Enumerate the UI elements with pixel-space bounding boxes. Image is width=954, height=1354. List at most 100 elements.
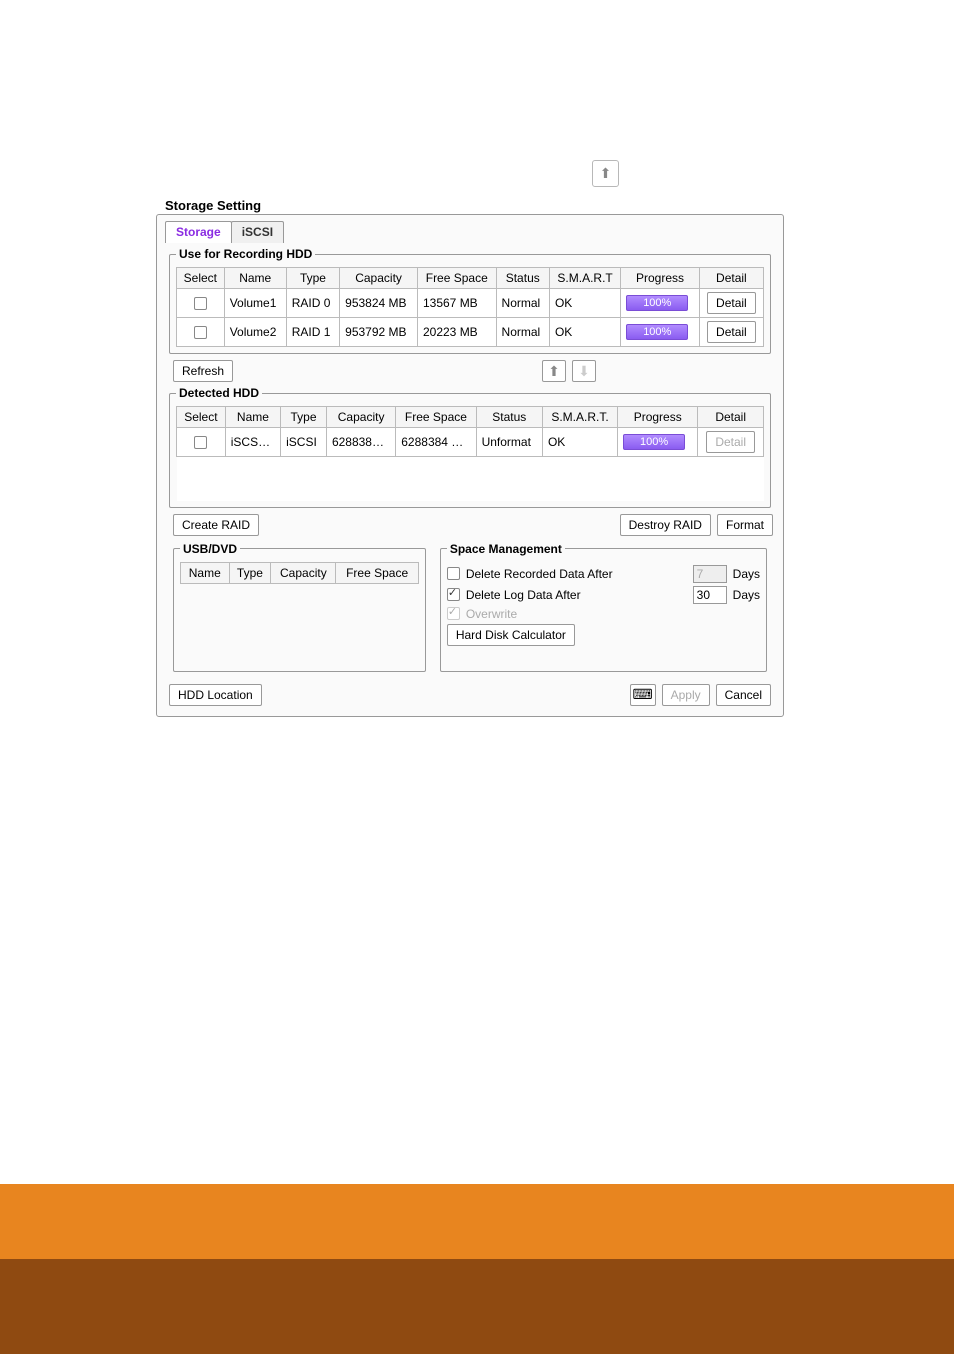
cell-type: iSCSI: [281, 428, 327, 457]
detected-legend: Detected HDD: [176, 386, 262, 400]
footer-bar: [0, 1184, 954, 1259]
format-button[interactable]: Format: [717, 514, 773, 536]
arrow-down-icon: ⬇: [578, 363, 590, 380]
move-up-button[interactable]: ⬆: [542, 360, 566, 382]
col-freespace: Free Space: [396, 407, 476, 428]
refresh-button[interactable]: Refresh: [173, 360, 233, 382]
cell-type: RAID 0: [286, 289, 339, 318]
cell-status: Unformat: [476, 428, 542, 457]
col-type: Type: [286, 268, 339, 289]
delete-log-checkbox[interactable]: [447, 588, 460, 601]
cell-freespace: 13567 MB: [417, 289, 496, 318]
delete-recorded-checkbox[interactable]: [447, 567, 460, 580]
col-name: Name: [224, 268, 286, 289]
table-row: iSCS… iSCSI 628838… 6288384 … Unformat O…: [177, 428, 764, 457]
progress-bar: 100%: [626, 295, 688, 311]
recording-legend: Use for Recording HDD: [176, 247, 315, 261]
col-type: Type: [229, 562, 271, 583]
cell-smart: OK: [542, 428, 617, 457]
recording-table: Select Name Type Capacity Free Space Sta…: [176, 267, 764, 347]
footer-fill: [0, 1259, 954, 1354]
recording-hdd-group: Use for Recording HDD Select Name Type C…: [169, 247, 771, 354]
cell-capacity: 953792 MB: [340, 318, 418, 347]
cell-status: Normal: [496, 318, 549, 347]
col-progress: Progress: [618, 407, 698, 428]
hdd-location-button[interactable]: HDD Location: [169, 684, 262, 706]
usb-legend: USB/DVD: [180, 542, 240, 556]
table-row: Volume2 RAID 1 953792 MB 20223 MB Normal…: [177, 318, 764, 347]
tab-bar: Storage iSCSI: [165, 221, 775, 243]
apply-button: Apply: [662, 684, 710, 706]
col-freespace: Free Space: [336, 562, 418, 583]
hard-disk-calculator-button[interactable]: Hard Disk Calculator: [447, 624, 575, 646]
create-raid-button[interactable]: Create RAID: [173, 514, 259, 536]
cell-name: iSCS…: [225, 428, 280, 457]
cell-capacity: 953824 MB: [340, 289, 418, 318]
col-progress: Progress: [621, 268, 699, 289]
window-title: Storage Setting: [165, 198, 261, 213]
col-select: Select: [177, 268, 225, 289]
space-management-group: Space Management Delete Recorded Data Af…: [440, 542, 767, 672]
delete-recorded-days-input: [693, 565, 727, 583]
keyboard-icon: ⌨: [633, 686, 653, 703]
col-freespace: Free Space: [417, 268, 496, 289]
col-detail: Detail: [699, 268, 763, 289]
cell-smart: OK: [549, 318, 620, 347]
table-row: Volume1 RAID 0 953824 MB 13567 MB Normal…: [177, 289, 764, 318]
cell-freespace: 6288384 …: [396, 428, 476, 457]
detected-hdd-group: Detected HDD Select Name Type Capacity F…: [169, 386, 771, 508]
cell-name: Volume2: [224, 318, 286, 347]
delete-recorded-label: Delete Recorded Data After: [466, 567, 613, 581]
detail-button: Detail: [706, 431, 755, 453]
table-row-empty: [177, 457, 764, 501]
table-header-row: Select Name Type Capacity Free Space Sta…: [177, 407, 764, 428]
detail-button[interactable]: Detail: [707, 321, 756, 343]
space-legend: Space Management: [447, 542, 565, 556]
col-select: Select: [177, 407, 226, 428]
detected-table: Select Name Type Capacity Free Space Sta…: [176, 406, 764, 501]
tab-iscsi[interactable]: iSCSI: [231, 221, 284, 243]
col-capacity: Capacity: [271, 562, 336, 583]
col-name: Name: [181, 562, 230, 583]
tab-storage[interactable]: Storage: [165, 221, 232, 243]
top-up-button[interactable]: ⬆: [592, 160, 619, 187]
days-label: Days: [733, 588, 760, 602]
destroy-raid-button[interactable]: Destroy RAID: [620, 514, 711, 536]
col-smart: S.M.A.R.T.: [542, 407, 617, 428]
days-label: Days: [733, 567, 760, 581]
delete-log-days-input[interactable]: [693, 586, 727, 604]
cell-status: Normal: [496, 289, 549, 318]
usb-table: Name Type Capacity Free Space: [180, 562, 419, 584]
col-type: Type: [281, 407, 327, 428]
storage-panel: Storage iSCSI Use for Recording HDD Sele…: [156, 214, 784, 717]
move-down-button[interactable]: ⬇: [572, 360, 596, 382]
keyboard-button[interactable]: ⌨: [630, 684, 656, 706]
detail-button[interactable]: Detail: [707, 292, 756, 314]
overwrite-checkbox: [447, 607, 460, 620]
cell-freespace: 20223 MB: [417, 318, 496, 347]
overwrite-label: Overwrite: [466, 607, 517, 621]
progress-bar: 100%: [623, 434, 685, 450]
cell-capacity: 628838…: [326, 428, 395, 457]
row-checkbox[interactable]: [194, 297, 207, 310]
usb-dvd-group: USB/DVD Name Type Capacity Free Space: [173, 542, 426, 672]
col-detail: Detail: [698, 407, 764, 428]
row-checkbox[interactable]: [194, 436, 207, 449]
cell-type: RAID 1: [286, 318, 339, 347]
progress-bar: 100%: [626, 324, 688, 340]
col-smart: S.M.A.R.T: [549, 268, 620, 289]
col-capacity: Capacity: [340, 268, 418, 289]
col-name: Name: [225, 407, 280, 428]
col-capacity: Capacity: [326, 407, 395, 428]
arrow-up-icon: ⬆: [548, 363, 560, 380]
cell-smart: OK: [549, 289, 620, 318]
arrow-up-icon: ⬆: [600, 165, 612, 182]
delete-log-label: Delete Log Data After: [466, 588, 581, 602]
table-header-row: Name Type Capacity Free Space: [181, 562, 419, 583]
row-checkbox[interactable]: [194, 326, 207, 339]
col-status: Status: [476, 407, 542, 428]
cancel-button[interactable]: Cancel: [716, 684, 771, 706]
col-status: Status: [496, 268, 549, 289]
table-header-row: Select Name Type Capacity Free Space Sta…: [177, 268, 764, 289]
cell-name: Volume1: [224, 289, 286, 318]
